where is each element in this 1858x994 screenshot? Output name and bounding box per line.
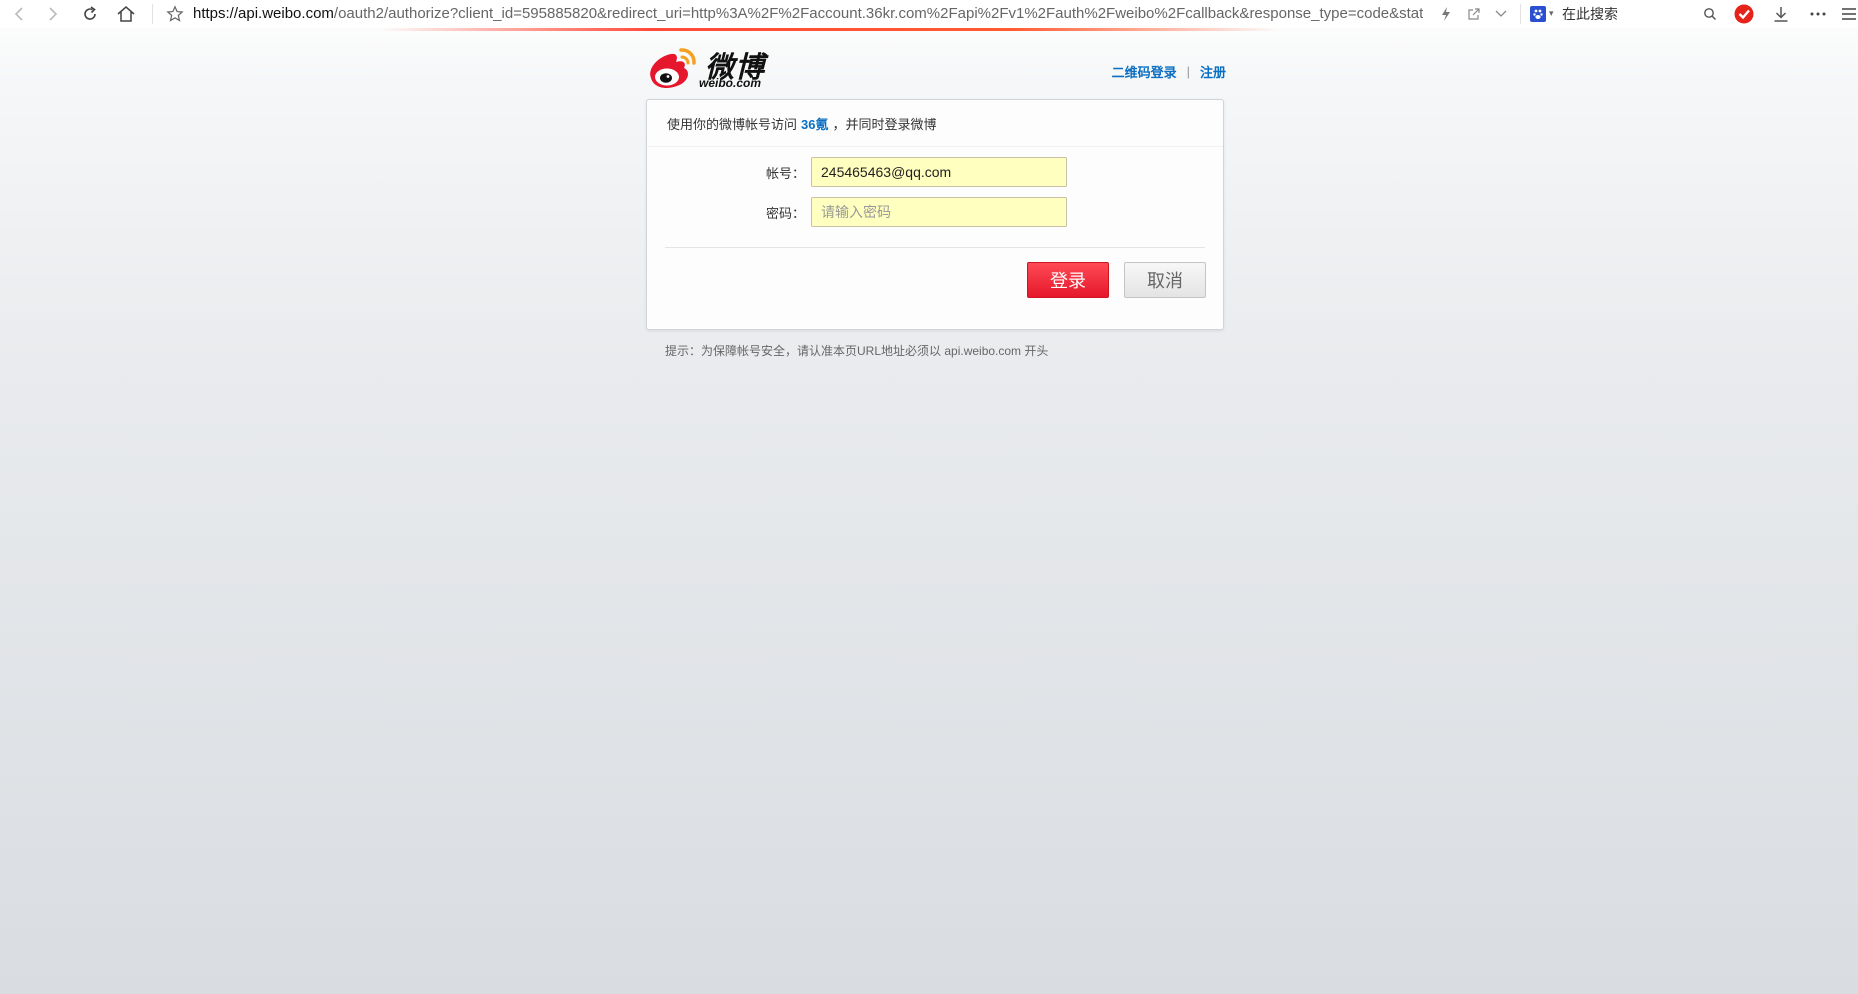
link-divider: | [1186, 64, 1190, 79]
search-icon[interactable] [1699, 0, 1721, 28]
intro-prefix: 使用你的微博帐号访问 [667, 117, 798, 132]
hamburger-menu-icon[interactable] [1840, 0, 1858, 28]
chevron-down-icon[interactable] [1490, 0, 1512, 28]
register-link[interactable]: 注册 [1200, 62, 1226, 81]
home-icon[interactable] [113, 0, 139, 28]
card-divider [665, 247, 1205, 248]
password-row: 密码： [647, 197, 1223, 227]
cancel-button[interactable]: 取消 [1124, 262, 1206, 298]
url-path: /oauth2/authorize?client_id=595885820&re… [333, 5, 1423, 22]
caret-down-icon[interactable]: ▾ [1549, 8, 1554, 19]
search-box[interactable]: ▾ 在此搜索 [1530, 2, 1720, 26]
page-load-accent [380, 28, 1280, 31]
password-label: 密码： [765, 206, 805, 221]
reload-icon[interactable] [78, 0, 102, 28]
toolbar-separator [1520, 4, 1521, 24]
url-host: https://api.weibo.com [193, 5, 334, 22]
forward-icon[interactable] [42, 0, 64, 28]
top-links: 二维码登录 | 注册 [1100, 62, 1226, 81]
bookmark-star-icon[interactable] [164, 0, 186, 28]
back-icon[interactable] [8, 0, 30, 28]
password-input[interactable] [811, 197, 1067, 227]
qr-login-link[interactable]: 二维码登录 [1112, 62, 1177, 81]
account-row: 帐号： [647, 157, 1223, 187]
toolbar-separator [152, 4, 153, 24]
security-tip: 提示：为保障帐号安全，请认准本页URL地址必须以 api.weibo.com 开… [665, 344, 1049, 358]
address-bar[interactable]: https://api.weibo.com/oauth2/authorize?c… [193, 3, 1423, 25]
security-check-icon[interactable] [1732, 0, 1756, 28]
download-icon[interactable] [1769, 0, 1793, 28]
more-menu-icon[interactable] [1806, 0, 1830, 28]
weibo-eye-icon [650, 48, 696, 89]
login-card: 使用你的微博帐号访问36氪，并同时登录微博 帐号： 密码： 登录 取消 [646, 99, 1224, 330]
intro-suffix: ，并同时登录微博 [832, 117, 937, 132]
search-placeholder: 在此搜索 [1562, 6, 1618, 22]
login-button[interactable]: 登录 [1027, 262, 1109, 298]
lightning-icon[interactable] [1436, 0, 1456, 28]
card-intro: 使用你的微博帐号访问 36氪 ，并同时登录微博 [667, 114, 937, 133]
card-head-divider [647, 146, 1223, 147]
search-engine-icon[interactable] [1530, 6, 1546, 22]
account-input[interactable] [811, 157, 1067, 187]
logo-domain: weibo.com [699, 76, 762, 90]
browser-toolbar: https://api.weibo.com/oauth2/authorize?c… [0, 0, 1858, 28]
account-label: 帐号： [765, 166, 805, 181]
app-name: 36氪 [801, 117, 829, 132]
weibo-logo: 微博 weibo.com [645, 44, 770, 92]
share-icon[interactable] [1463, 0, 1485, 28]
